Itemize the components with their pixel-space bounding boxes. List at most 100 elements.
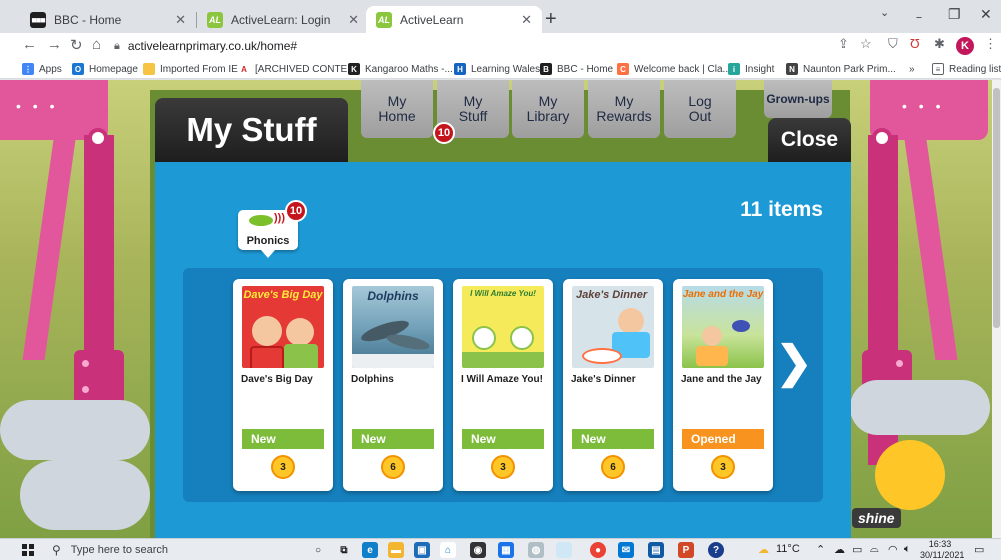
browser-tab-bbc[interactable]: ■■■ BBC - Home ✕: [20, 6, 196, 33]
app-icon[interactable]: ▦: [498, 542, 514, 558]
help-icon[interactable]: ?: [708, 542, 724, 558]
reload-icon[interactable]: ↻: [70, 36, 83, 54]
address-bar[interactable]: 🔒︎ activelearnprimary.co.uk/home#: [114, 35, 884, 57]
book-status: New: [462, 429, 544, 449]
bookmark-naunton-park[interactable]: N Naunton Park Prim...: [786, 61, 896, 77]
task-view-icon[interactable]: ⧉: [336, 542, 352, 558]
powerpoint-icon[interactable]: P: [678, 542, 694, 558]
bookmark-label: Insight: [745, 63, 775, 75]
window-close-button[interactable]: ✕: [980, 6, 992, 23]
browser-tab-activelearn[interactable]: AL ActiveLearn ✕: [366, 6, 542, 33]
nav-my-rewards[interactable]: My Rewards: [588, 80, 660, 138]
app-icon[interactable]: ▤: [648, 542, 664, 558]
tab-search-icon[interactable]: ⌄: [880, 6, 889, 19]
notifications-icon[interactable]: ▭: [974, 543, 984, 556]
file-explorer-icon[interactable]: ▬: [388, 542, 404, 558]
nav-my-library[interactable]: My Library: [512, 80, 584, 138]
edge-icon[interactable]: e: [362, 542, 378, 558]
search-placeholder: Type here to search: [70, 544, 169, 556]
tray-chevron-icon[interactable]: ⌃: [816, 543, 825, 556]
book-card[interactable]: I Will Amaze You! I Will Amaze You! New …: [453, 279, 553, 491]
forward-icon[interactable]: →: [47, 36, 62, 53]
bookmark-welcome-back[interactable]: C Welcome back | Cla...: [617, 61, 731, 77]
bookmark-star-icon[interactable]: ☆: [860, 36, 872, 52]
nav-label: Out: [688, 108, 712, 124]
nav-label: Stuff: [458, 108, 488, 124]
apps-grid-icon: ⋮: [22, 63, 34, 75]
bookmark-label: Naunton Park Prim...: [803, 63, 896, 75]
bookmark-kangaroo-maths[interactable]: K Kangaroo Maths -...: [348, 61, 453, 77]
nav-notification-badge: 10: [433, 122, 455, 144]
book-title: I Will Amaze You!: [461, 374, 543, 385]
page-scrollbar-thumb[interactable]: [993, 88, 1000, 328]
weather-icon: ☁︎: [758, 544, 769, 556]
tab-title: BBC - Home: [54, 12, 122, 27]
new-tab-button[interactable]: +: [545, 8, 557, 31]
page-viewport: • • • • • • shine My Stuff My Home My Stuf…: [0, 80, 992, 538]
bookmark-imported-ie[interactable]: Imported From IE: [143, 61, 238, 77]
book-card[interactable]: Dave's Big Day Dave's Big Day New 3: [233, 279, 333, 491]
bookmark-learning-wales[interactable]: H Learning Wales: [454, 61, 540, 77]
mail-icon[interactable]: ✉: [618, 542, 634, 558]
bookmark-archived[interactable]: A [ARCHIVED CONTE...: [238, 61, 356, 77]
chrome-icon[interactable]: ●: [590, 542, 606, 558]
bookmark-apps[interactable]: ⋮ Apps: [22, 61, 62, 77]
book-card[interactable]: Dolphins Dolphins New 6: [343, 279, 443, 491]
machine-strut: [22, 140, 76, 360]
book-card[interactable]: Jake's Dinner Jake's Dinner New 6: [563, 279, 663, 491]
bookmarks-overflow[interactable]: »: [909, 61, 915, 77]
extension-icon[interactable]: Ʊ: [910, 36, 920, 51]
close-tab-icon[interactable]: ✕: [348, 12, 359, 28]
wifi-icon[interactable]: ◠: [888, 543, 898, 556]
nav-label: Home: [378, 108, 416, 124]
restore-button[interactable]: ❐: [948, 6, 961, 23]
items-count: 11 items: [740, 198, 823, 221]
home-icon[interactable]: ⌂: [92, 36, 101, 53]
nav-my-home[interactable]: My Home: [361, 80, 433, 138]
browser-tab-activelearn-login[interactable]: AL ActiveLearn: Login ✕: [197, 6, 369, 33]
close-button[interactable]: Close: [768, 118, 851, 162]
lock-icon: 🔒︎: [114, 39, 120, 52]
puzzle-extensions-icon[interactable]: ✱: [934, 36, 945, 52]
minimize-button[interactable]: ﹣: [912, 6, 926, 26]
close-tab-icon[interactable]: ✕: [521, 12, 532, 28]
bookmark-insight[interactable]: i Insight: [728, 61, 774, 77]
store-icon[interactable]: ▣: [414, 542, 430, 558]
nav-log-out[interactable]: Log Out: [664, 80, 736, 138]
cover-art: [510, 326, 534, 350]
shield-extension-icon[interactable]: ⛉: [888, 36, 898, 52]
archived-site-icon: A: [238, 63, 250, 75]
classdojo-icon: C: [617, 63, 629, 75]
next-page-arrow[interactable]: ❯: [776, 332, 813, 392]
close-tab-icon[interactable]: ✕: [175, 12, 186, 28]
grownups-button[interactable]: Grown-ups: [764, 80, 832, 118]
profile-avatar[interactable]: K: [956, 37, 974, 55]
system-clock[interactable]: 16:33 30/11/2021: [920, 539, 964, 560]
cover-art: [702, 326, 722, 346]
bookmark-homepage[interactable]: O Homepage: [72, 61, 138, 77]
phonics-bug-icon: [249, 215, 273, 226]
menu-kebab-icon[interactable]: ⋮: [984, 36, 997, 52]
cloud-decoration: [20, 460, 150, 530]
taskbar-search[interactable]: ⚲ Type here to search: [52, 540, 298, 560]
app-icon[interactable]: [556, 542, 572, 558]
home-app-icon[interactable]: ⌂: [440, 542, 456, 558]
bookmark-label: Imported From IE: [160, 63, 238, 75]
machine-bolt: [872, 128, 892, 148]
app-icon[interactable]: ◍: [528, 542, 544, 558]
weather-temp[interactable]: 11°C: [776, 543, 800, 555]
windows-start-icon[interactable]: [22, 544, 34, 556]
volume-icon[interactable]: 🔈︎: [904, 543, 911, 556]
back-icon[interactable]: ←: [22, 36, 37, 53]
bookmark-bbc-home[interactable]: B BBC - Home: [540, 61, 613, 77]
app-icon[interactable]: ◉: [470, 542, 486, 558]
network-icon[interactable]: ⌓: [870, 543, 879, 556]
onedrive-icon[interactable]: ☁︎: [834, 543, 845, 556]
cortana-icon[interactable]: ○: [310, 542, 326, 558]
share-icon[interactable]: ⇪: [838, 36, 849, 52]
battery-icon[interactable]: ▭: [852, 543, 862, 556]
sound-waves-icon: ))): [274, 212, 285, 224]
reading-list-button[interactable]: ≡ Reading list: [932, 61, 1001, 77]
book-card[interactable]: Jane and the Jay Jane and the Jay Opened…: [673, 279, 773, 491]
sun-decoration: [875, 440, 945, 510]
